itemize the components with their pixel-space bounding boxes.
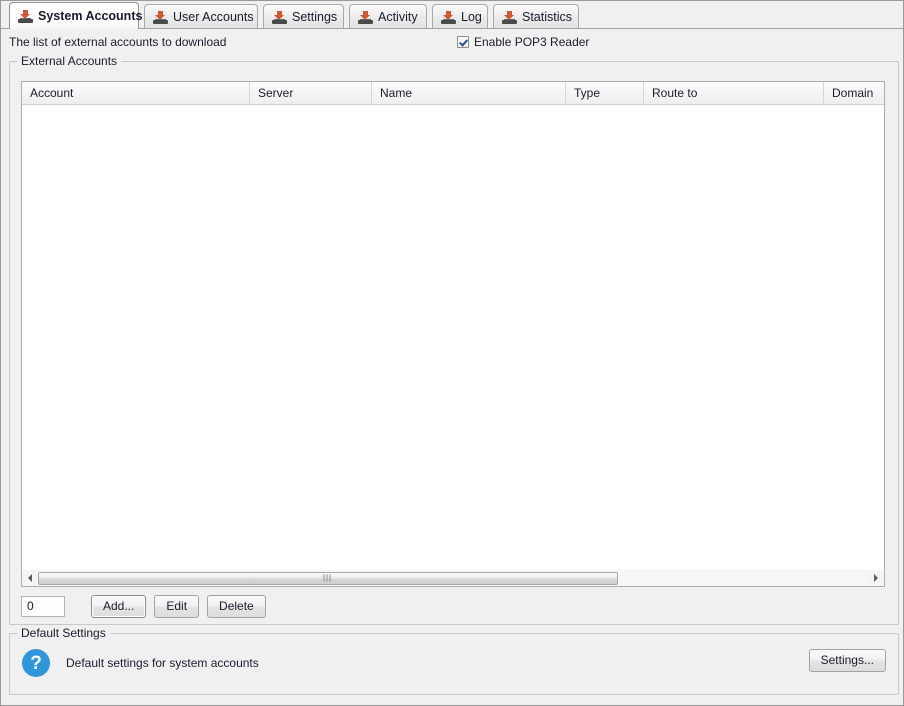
tab-label: Activity [378,11,418,24]
help-question-icon: ? [22,649,50,677]
external-accounts-table[interactable]: Account Server Name Type Route to Domain [21,81,885,586]
external-accounts-group: External Accounts Account Server Name Ty… [9,61,899,625]
grip-icon [324,575,333,582]
download-icon [502,10,517,24]
page-description: The list of external accounts to downloa… [9,35,226,49]
application-window: System Accounts User Accounts Settings A… [0,0,904,706]
table-body[interactable] [22,105,884,586]
record-count-field[interactable]: 0 [21,596,65,617]
column-header-server[interactable]: Server [250,82,372,104]
tab-user-accounts[interactable]: User Accounts [144,4,258,29]
triangle-right-icon[interactable] [868,571,884,586]
tab-system-accounts[interactable]: System Accounts [9,2,139,29]
tab-statistics[interactable]: Statistics [493,4,579,29]
edit-button[interactable]: Edit [154,595,199,618]
subheader: The list of external accounts to downloa… [9,31,895,53]
column-header-type[interactable]: Type [566,82,644,104]
checkbox-box[interactable] [457,36,469,48]
column-header-name[interactable]: Name [372,82,566,104]
download-icon [272,10,287,24]
column-header-domain[interactable]: Domain [824,82,885,104]
add-button[interactable]: Add... [91,595,146,618]
group-legend: Default Settings [17,626,110,640]
delete-button[interactable]: Delete [207,595,266,618]
tab-label: System Accounts [38,10,142,23]
tab-log[interactable]: Log [432,4,488,29]
download-icon [153,10,168,24]
enable-pop3-reader-checkbox[interactable]: Enable POP3 Reader [457,31,589,53]
download-icon [441,10,456,24]
column-header-account[interactable]: Account [22,82,250,104]
tab-label: User Accounts [173,11,254,24]
column-header-route-to[interactable]: Route to [644,82,824,104]
scrollbar-thumb[interactable] [38,572,618,585]
settings-button[interactable]: Settings... [809,649,886,672]
scrollbar-track[interactable] [38,571,868,586]
tab-strip: System Accounts User Accounts Settings A… [1,1,903,29]
group-legend: External Accounts [17,54,121,68]
download-icon [358,10,373,24]
tab-label: Log [461,11,482,24]
default-settings-text: Default settings for system accounts [66,656,259,670]
download-icon [18,9,33,23]
default-settings-row: ? Default settings for system accounts S… [22,645,886,681]
tab-label: Settings [292,11,337,24]
tab-settings[interactable]: Settings [263,4,344,29]
horizontal-scrollbar[interactable] [21,570,885,587]
checkbox-label: Enable POP3 Reader [474,35,589,49]
tab-label: Statistics [522,11,572,24]
default-settings-group: Default Settings ? Default settings for … [9,633,899,695]
tab-activity[interactable]: Activity [349,4,427,29]
triangle-left-icon[interactable] [22,571,38,586]
table-header-row: Account Server Name Type Route to Domain [22,82,884,105]
table-controls: 0 Add... Edit Delete [21,594,266,618]
